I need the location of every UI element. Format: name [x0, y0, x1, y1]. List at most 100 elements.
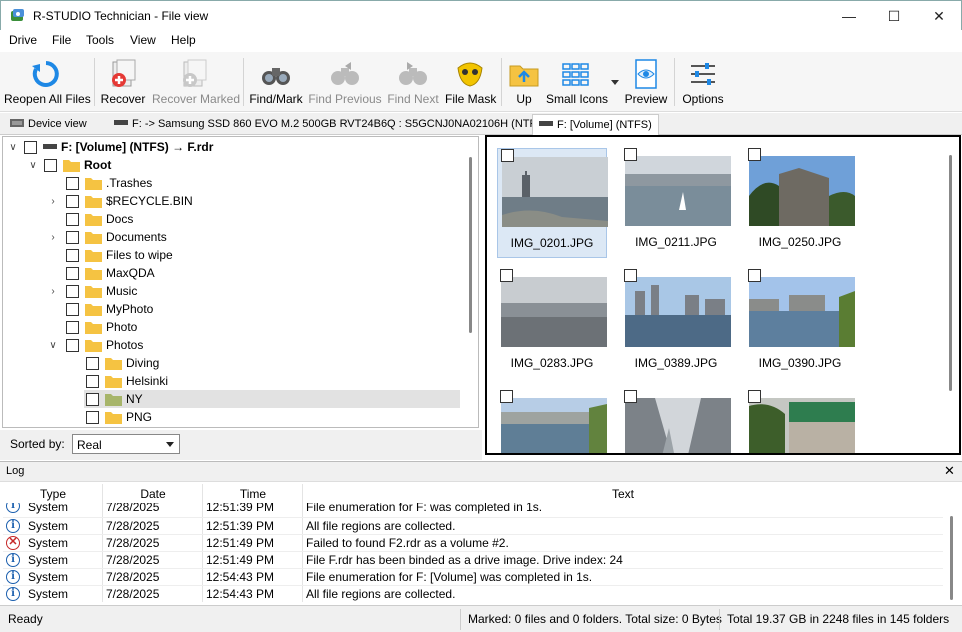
sort-select[interactable]: Real	[72, 434, 180, 454]
column-time[interactable]: Time	[203, 487, 303, 501]
chevron-down-icon[interactable]: ∨	[26, 160, 40, 171]
options-button[interactable]: Options	[680, 54, 726, 110]
dropdown-arrow-icon	[611, 80, 619, 85]
tab-volume[interactable]: F: [Volume] (NTFS)	[532, 114, 659, 135]
menu-tools[interactable]: Tools	[86, 33, 114, 47]
tree-item-ny[interactable]: NY	[84, 390, 460, 408]
status-divider	[460, 609, 461, 630]
close-button[interactable]: ✕	[916, 1, 962, 31]
tree-checkbox[interactable]	[66, 338, 79, 352]
tree-checkbox[interactable]	[66, 176, 79, 190]
log-row[interactable]: i System 7/28/2025 12:51:39 PM All file …	[3, 518, 943, 535]
tree-item-photos[interactable]: ∨ Photos	[46, 336, 143, 354]
menu-drive[interactable]: Drive	[9, 33, 37, 47]
tree-checkbox[interactable]	[86, 374, 99, 388]
thumbnail-checkbox[interactable]	[624, 390, 637, 403]
tree-item-myphoto[interactable]: MyPhoto	[66, 300, 153, 318]
thumbnail-scrollbar[interactable]	[949, 155, 952, 391]
tree-checkbox[interactable]	[66, 284, 79, 298]
column-date[interactable]: Date	[103, 487, 203, 501]
tree-item-docs[interactable]: Docs	[66, 210, 133, 228]
chevron-right-icon[interactable]: ›	[46, 196, 60, 207]
log-row[interactable]: i System 7/28/2025 12:51:49 PM File F.rd…	[3, 552, 943, 569]
thumbnail-checkbox[interactable]	[748, 148, 761, 161]
chevron-right-icon[interactable]: ›	[46, 232, 60, 243]
small-icons-dropdown[interactable]	[608, 54, 622, 110]
thumbnail-checkbox[interactable]	[501, 149, 514, 162]
tree-item-recycle-bin[interactable]: › $RECYCLE.BIN	[46, 192, 192, 210]
tree-checkbox[interactable]	[66, 212, 79, 226]
tree-checkbox[interactable]	[66, 266, 79, 280]
tree-scrollbar[interactable]	[469, 157, 472, 333]
recover-button[interactable]: Recover	[98, 54, 148, 110]
photo-thumbnail	[501, 277, 607, 347]
recover-marked-button[interactable]: Recover Marked	[152, 54, 240, 110]
tree-checkbox[interactable]	[86, 410, 99, 424]
thumbnail-item[interactable]: IMG_0390.JPG	[745, 269, 855, 379]
menu-view[interactable]: View	[130, 33, 156, 47]
thumbnail-item[interactable]: IMG_0389.JPG	[621, 269, 731, 379]
tree-checkbox[interactable]	[66, 302, 79, 316]
log-scrollbar[interactable]	[950, 516, 953, 600]
status-total: Total 19.37 GB in 2248 files in 145 fold…	[727, 612, 950, 626]
tree-item-png[interactable]: PNG	[86, 408, 152, 426]
tree-checkbox[interactable]	[66, 320, 79, 334]
minimize-button[interactable]: —	[826, 1, 872, 31]
folder-icon	[85, 213, 102, 226]
thumbnail-item[interactable]	[621, 390, 731, 453]
tree-checkbox[interactable]	[66, 248, 79, 262]
column-text[interactable]: Text	[303, 487, 943, 501]
tree-item-documents[interactable]: › Documents	[46, 228, 166, 246]
menu-help[interactable]: Help	[171, 33, 196, 47]
tree-checkbox[interactable]	[44, 158, 57, 172]
tree-item-root[interactable]: ∨ Root	[26, 156, 111, 174]
status-ready: Ready	[8, 612, 43, 626]
thumbnail-checkbox[interactable]	[500, 269, 513, 282]
thumbnail-item[interactable]: IMG_0250.JPG	[745, 148, 855, 258]
tree-item-photo[interactable]: Photo	[66, 318, 137, 336]
thumbnail-checkbox[interactable]	[748, 390, 761, 403]
tab-drive[interactable]: F: -> Samsung SSD 860 EVO M.2 500GB RVT2…	[108, 114, 553, 135]
thumbnail-item[interactable]	[497, 390, 607, 453]
log-row[interactable]: i System 7/28/2025 12:51:39 PM File enum…	[3, 503, 943, 516]
thumbnail-checkbox[interactable]	[500, 390, 513, 403]
tree-item-music[interactable]: › Music	[46, 282, 137, 300]
tree-item-maxqda[interactable]: MaxQDA	[66, 264, 155, 282]
up-button[interactable]: Up	[506, 54, 542, 110]
chevron-right-icon[interactable]: ›	[46, 286, 60, 297]
find-previous-button[interactable]: Find Previous	[308, 54, 382, 110]
menu-file[interactable]: File	[52, 33, 71, 47]
tree-checkbox[interactable]	[86, 356, 99, 370]
tree-item-diving[interactable]: Diving	[86, 354, 159, 372]
tab-device-view[interactable]: Device view	[4, 114, 93, 135]
close-icon[interactable]: ✕	[944, 463, 955, 479]
tree-checkbox[interactable]	[66, 194, 79, 208]
thumbnail-item[interactable]: IMG_0201.JPG	[497, 148, 608, 258]
thumbnail-checkbox[interactable]	[624, 148, 637, 161]
maximize-button[interactable]: ☐	[871, 1, 917, 31]
thumbnail-item[interactable]: IMG_0211.JPG	[621, 148, 731, 258]
preview-button[interactable]: Preview	[624, 54, 668, 110]
find-next-button[interactable]: Find Next	[385, 54, 441, 110]
log-row[interactable]: ✕ System 7/28/2025 12:51:49 PM Failed to…	[3, 535, 943, 552]
chevron-down-icon[interactable]: ∨	[6, 142, 20, 153]
tree-checkbox[interactable]	[24, 140, 37, 154]
thumbnail-item[interactable]: IMG_0283.JPG	[497, 269, 607, 379]
thumbnail-checkbox[interactable]	[624, 269, 637, 282]
thumbnail-item[interactable]	[745, 390, 855, 453]
tree-checkbox[interactable]	[66, 230, 79, 244]
log-row[interactable]: i System 7/28/2025 12:54:43 PM All file …	[3, 586, 943, 603]
file-mask-button[interactable]: File Mask	[445, 54, 496, 110]
thumbnail-checkbox[interactable]	[748, 269, 761, 282]
reopen-all-files-button[interactable]: Reopen All Files	[4, 54, 91, 110]
tree-item-volume[interactable]: ∨ F: [Volume] (NTFS) → F.rdr	[6, 138, 213, 156]
tree-item-files-to-wipe[interactable]: Files to wipe	[66, 246, 173, 264]
small-icons-button[interactable]: Small Icons	[546, 54, 608, 110]
chevron-down-icon[interactable]: ∨	[46, 340, 60, 351]
find-mark-button[interactable]: Find/Mark	[248, 54, 304, 110]
tree-checkbox[interactable]	[86, 392, 99, 406]
tree-item-trashes[interactable]: .Trashes	[66, 174, 152, 192]
column-type[interactable]: Type	[3, 487, 103, 501]
log-row[interactable]: i System 7/28/2025 12:54:43 PM File enum…	[3, 569, 943, 586]
tree-item-helsinki[interactable]: Helsinki	[86, 372, 168, 390]
